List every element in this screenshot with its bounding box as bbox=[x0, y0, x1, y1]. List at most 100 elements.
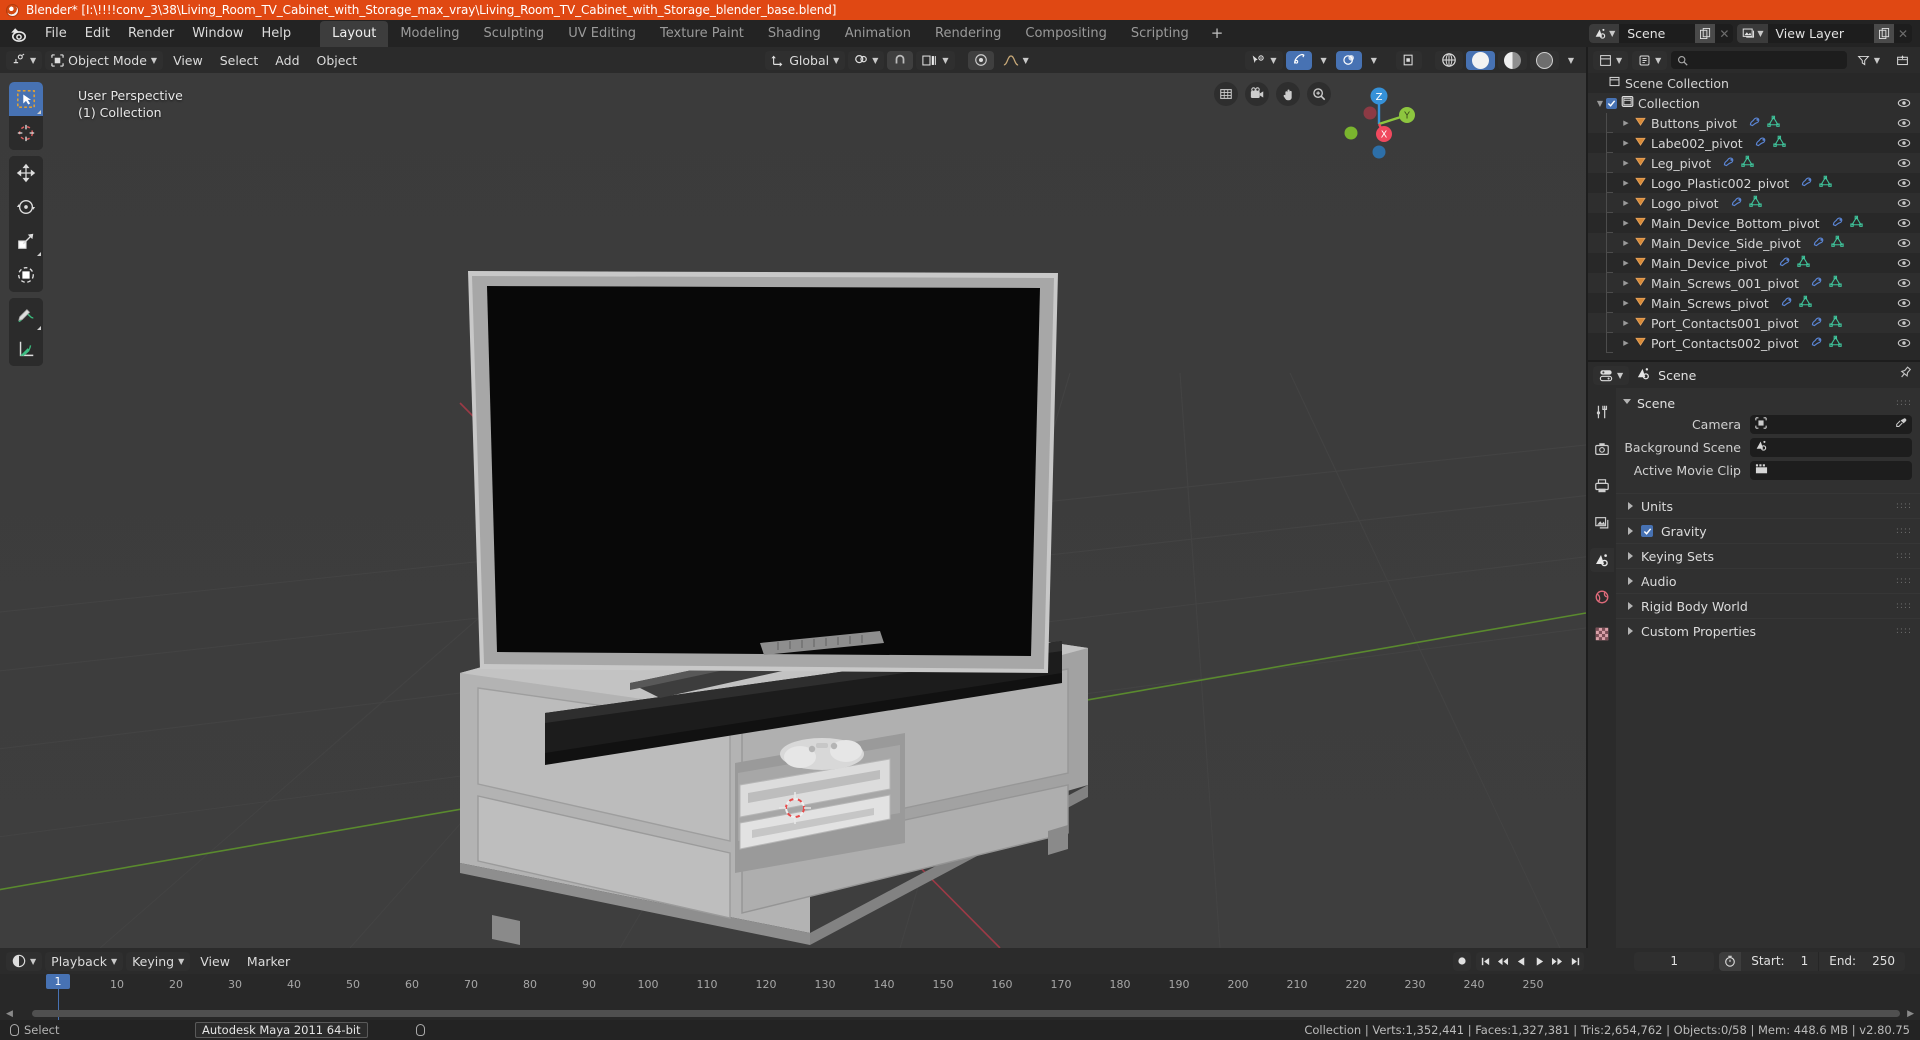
modifier-icon[interactable] bbox=[1780, 295, 1793, 311]
property-section-gravity[interactable]: Gravity:::: bbox=[1616, 518, 1920, 543]
viewport-menu-add[interactable]: Add bbox=[268, 53, 306, 68]
object-expand-triangle[interactable]: ▶ bbox=[1620, 159, 1632, 167]
remove-view-layer-button[interactable]: ✕ bbox=[1894, 24, 1912, 43]
mesh-data-icon[interactable] bbox=[1831, 235, 1844, 251]
timeline-menu-keying[interactable]: Keying ▼ bbox=[126, 951, 191, 971]
outliner-object-row[interactable]: ▶ Buttons_pivot bbox=[1588, 113, 1920, 133]
property-section-custom-properties[interactable]: Custom Properties:::: bbox=[1616, 618, 1920, 643]
outliner-object-row[interactable]: ▶ Main_Screws_001_pivot bbox=[1588, 273, 1920, 293]
play-icon[interactable] bbox=[1530, 952, 1548, 971]
prev-keyframe-icon[interactable] bbox=[1494, 952, 1512, 971]
output-properties-tab[interactable] bbox=[1590, 474, 1614, 498]
object-visibility-eye-icon[interactable] bbox=[1897, 136, 1911, 153]
object-expand-triangle[interactable]: ▶ bbox=[1620, 179, 1632, 187]
add-workspace-button[interactable]: + bbox=[1201, 21, 1234, 47]
outliner-object-row[interactable]: ▶ Labe002_pivot bbox=[1588, 133, 1920, 153]
workspace-tab-compositing[interactable]: Compositing bbox=[1013, 21, 1119, 47]
object-expand-triangle[interactable]: ▶ bbox=[1620, 219, 1632, 227]
modifier-icon[interactable] bbox=[1800, 175, 1813, 191]
transform-tool[interactable] bbox=[9, 258, 43, 292]
object-expand-triangle[interactable]: ▶ bbox=[1620, 239, 1632, 247]
object-visibility-eye-icon[interactable] bbox=[1897, 216, 1911, 233]
scroll-left-arrow-icon[interactable]: ◀ bbox=[6, 1009, 13, 1019]
zoom-view-icon[interactable] bbox=[1307, 82, 1331, 106]
outliner-object-row[interactable]: ▶ Main_Device_Side_pivot bbox=[1588, 233, 1920, 253]
background-scene-field[interactable] bbox=[1750, 438, 1912, 457]
workspace-tab-layout[interactable]: Layout bbox=[320, 21, 389, 47]
section-checkbox[interactable] bbox=[1641, 525, 1653, 537]
new-scene-button[interactable] bbox=[1695, 24, 1716, 43]
auto-keying-toggle[interactable] bbox=[1453, 951, 1472, 971]
render-properties-tab[interactable] bbox=[1590, 437, 1614, 461]
shading-rendered-button[interactable] bbox=[1529, 50, 1559, 70]
outliner-object-row[interactable]: ▶ Logo_pivot bbox=[1588, 193, 1920, 213]
next-keyframe-icon[interactable] bbox=[1548, 952, 1566, 971]
viewport-menu-view[interactable]: View bbox=[166, 53, 210, 68]
transform-orientation-selector[interactable]: Global ▼ bbox=[765, 50, 846, 70]
property-section-keying-sets[interactable]: Keying Sets:::: bbox=[1616, 543, 1920, 568]
outliner-row-collection[interactable]: ▼ Collection bbox=[1588, 93, 1920, 113]
xray-dropdown[interactable]: ▼ bbox=[1365, 51, 1383, 70]
shading-dropdown[interactable]: ▼ bbox=[1562, 51, 1580, 70]
workspace-tab-shading[interactable]: Shading bbox=[756, 21, 833, 47]
modifier-icon[interactable] bbox=[1722, 155, 1735, 171]
timeline-menu-playback[interactable]: Playback ▼ bbox=[45, 951, 124, 971]
timeline-menu-view[interactable]: View bbox=[193, 954, 237, 969]
menu-file[interactable]: File bbox=[36, 23, 76, 44]
cursor-tool[interactable] bbox=[9, 116, 43, 150]
modifier-icon[interactable] bbox=[1831, 215, 1844, 231]
record-icon[interactable] bbox=[1453, 952, 1471, 971]
toggle-xray-button[interactable] bbox=[1395, 50, 1422, 70]
menu-render[interactable]: Render bbox=[119, 23, 183, 44]
play-reverse-icon[interactable] bbox=[1512, 952, 1530, 971]
jump-start-icon[interactable] bbox=[1476, 952, 1494, 971]
outliner-display-mode-icon[interactable]: ▼ bbox=[1593, 50, 1629, 70]
object-expand-triangle[interactable]: ▶ bbox=[1620, 259, 1632, 267]
mesh-data-icon[interactable] bbox=[1797, 255, 1811, 271]
active-movie-clip-field[interactable] bbox=[1750, 461, 1912, 480]
outliner-tree[interactable]: Scene Collection ▼ Collection ▶ Buttons_p… bbox=[1588, 73, 1920, 360]
object-visibility-eye-icon[interactable] bbox=[1897, 276, 1911, 293]
frame-start-field[interactable]: Start: 1 bbox=[1741, 952, 1818, 971]
proportional-edit-selector[interactable]: ▼ bbox=[916, 50, 955, 70]
object-visibility-eye-icon[interactable] bbox=[1897, 156, 1911, 173]
measure-tool[interactable] bbox=[9, 332, 43, 366]
tweak-select-box-tool[interactable] bbox=[9, 82, 43, 116]
scale-tool[interactable] bbox=[9, 224, 43, 258]
object-visibility-eye-icon[interactable] bbox=[1897, 316, 1911, 333]
camera-eyedropper-icon[interactable] bbox=[1895, 417, 1907, 433]
timeline-playhead[interactable]: 1 bbox=[46, 974, 70, 989]
mesh-data-icon[interactable] bbox=[1828, 335, 1842, 351]
texture-properties-tab[interactable] bbox=[1590, 622, 1614, 646]
modifier-icon[interactable] bbox=[1810, 315, 1823, 331]
mesh-data-icon[interactable] bbox=[1849, 215, 1863, 231]
mesh-data-icon[interactable] bbox=[1828, 315, 1842, 331]
object-visibility-eye-icon[interactable] bbox=[1897, 176, 1911, 193]
workspace-tab-rendering[interactable]: Rendering bbox=[923, 21, 1013, 47]
frame-end-field[interactable]: End: 250 bbox=[1818, 951, 1905, 971]
object-expand-triangle[interactable]: ▶ bbox=[1620, 299, 1632, 307]
object-expand-triangle[interactable]: ▶ bbox=[1620, 139, 1632, 147]
scene-selector[interactable]: ▼ Scene ✕ bbox=[1589, 24, 1734, 43]
mesh-data-icon[interactable] bbox=[1773, 135, 1786, 151]
object-expand-triangle[interactable]: ▶ bbox=[1620, 119, 1632, 127]
object-visibility-eye-icon[interactable] bbox=[1897, 336, 1911, 353]
visibility-selector[interactable]: ▼ bbox=[1245, 50, 1283, 70]
workspace-tab-animation[interactable]: Animation bbox=[833, 21, 923, 47]
object-expand-triangle[interactable]: ▶ bbox=[1620, 339, 1632, 347]
outliner-row-scene-collection[interactable]: Scene Collection bbox=[1588, 73, 1920, 93]
object-expand-triangle[interactable]: ▶ bbox=[1620, 319, 1632, 327]
tool-properties-tab[interactable] bbox=[1590, 400, 1614, 424]
editor-type-3dview-icon[interactable]: ▼ bbox=[6, 50, 43, 70]
outliner-object-row[interactable]: ▶ Main_Device_pivot bbox=[1588, 253, 1920, 273]
property-section-audio[interactable]: Audio:::: bbox=[1616, 568, 1920, 593]
view-layer-icon[interactable]: ▼ bbox=[1737, 24, 1768, 43]
property-section-rigid-body-world[interactable]: Rigid Body World:::: bbox=[1616, 593, 1920, 618]
shading-wireframe-button[interactable] bbox=[1434, 50, 1463, 70]
toggle-orthographic-icon[interactable] bbox=[1214, 82, 1238, 106]
scene-panel-header[interactable]: Scene :::: bbox=[1616, 392, 1920, 414]
mesh-data-icon[interactable] bbox=[1829, 275, 1842, 291]
mesh-data-icon[interactable] bbox=[1799, 295, 1812, 311]
modifier-icon[interactable] bbox=[1730, 195, 1743, 211]
properties-editor-type-icon[interactable]: ▼ bbox=[1593, 365, 1630, 385]
